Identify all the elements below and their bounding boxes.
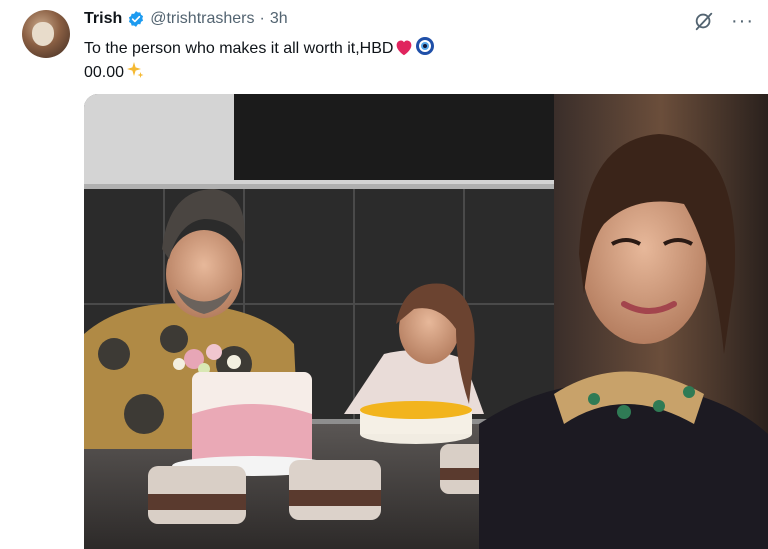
separator-dot: · <box>259 10 265 27</box>
nazar-amulet-icon <box>416 37 435 55</box>
author-avatar[interactable] <box>22 10 70 58</box>
tweet-text-line2: 00.00 <box>84 64 125 81</box>
tweet-text: To the person who makes it all worth it,… <box>84 36 554 84</box>
avatar-dog-image <box>32 22 54 46</box>
tweet-media-image[interactable] <box>84 94 768 549</box>
tweet-text-line1: To the person who makes it all worth it,… <box>84 40 394 57</box>
tweet-header: Trish @trishtrashers · 3h <box>84 10 288 28</box>
author-name[interactable]: Trish <box>84 10 122 28</box>
tweet-top-actions: ··· <box>693 10 754 32</box>
author-handle[interactable]: @trishtrashers <box>150 10 254 28</box>
more-options-button[interactable]: ··· <box>731 11 754 31</box>
grok-icon[interactable] <box>693 10 715 32</box>
timestamp[interactable]: 3h <box>270 10 288 28</box>
sparkles-icon <box>127 62 144 78</box>
media-photo <box>84 94 768 549</box>
red-heart-icon <box>397 40 412 56</box>
verified-badge-icon <box>129 11 144 27</box>
